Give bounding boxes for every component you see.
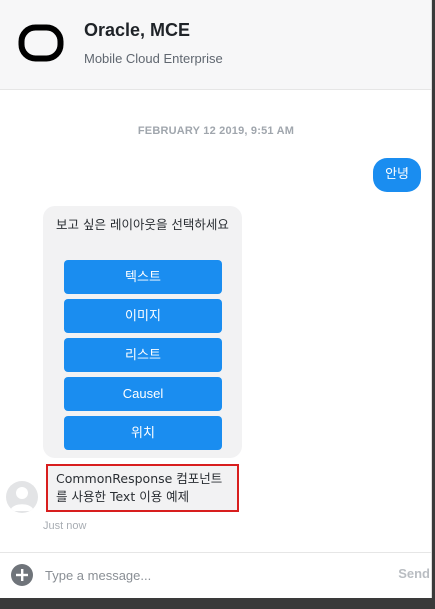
bot-layout-card: 보고 싶은 레이아웃을 선택하세요 텍스트 이미지 리스트 Causel 위치: [43, 206, 242, 458]
bot-prompt-text: 보고 싶은 레이아웃을 선택하세요: [56, 217, 229, 232]
conversation-timestamp: FEBRUARY 12 2019, 9:51 AM: [137, 125, 295, 137]
user-avatar-icon: [10, 487, 34, 511]
plus-icon: [16, 569, 28, 581]
message-time: Just now: [43, 520, 87, 532]
message-composer: Send: [0, 552, 431, 598]
choice-text-button[interactable]: 텍스트: [64, 260, 222, 294]
message-input[interactable]: [45, 563, 365, 587]
bot-avatar: [6, 481, 38, 513]
chat-header: Oracle, MCE Mobile Cloud Enterprise: [0, 0, 431, 90]
chat-widget: Oracle, MCE Mobile Cloud Enterprise FEBR…: [0, 0, 432, 598]
header-subtitle: Mobile Cloud Enterprise: [84, 51, 223, 66]
choice-image-button[interactable]: 이미지: [64, 299, 222, 333]
bot-text-message: CommonResponse 컴포넌트를 사용한 Text 이용 예제: [46, 464, 239, 512]
send-button[interactable]: Send: [398, 566, 430, 581]
oracle-logo-icon: [18, 24, 64, 62]
choice-carousel-button[interactable]: Causel: [64, 377, 222, 411]
plus-circle-icon[interactable]: [11, 564, 33, 586]
user-message-bubble: 안녕: [373, 158, 421, 192]
choice-location-button[interactable]: 위치: [64, 416, 222, 450]
header-title: Oracle, MCE: [84, 20, 191, 40]
choice-list-button[interactable]: 리스트: [64, 338, 222, 372]
